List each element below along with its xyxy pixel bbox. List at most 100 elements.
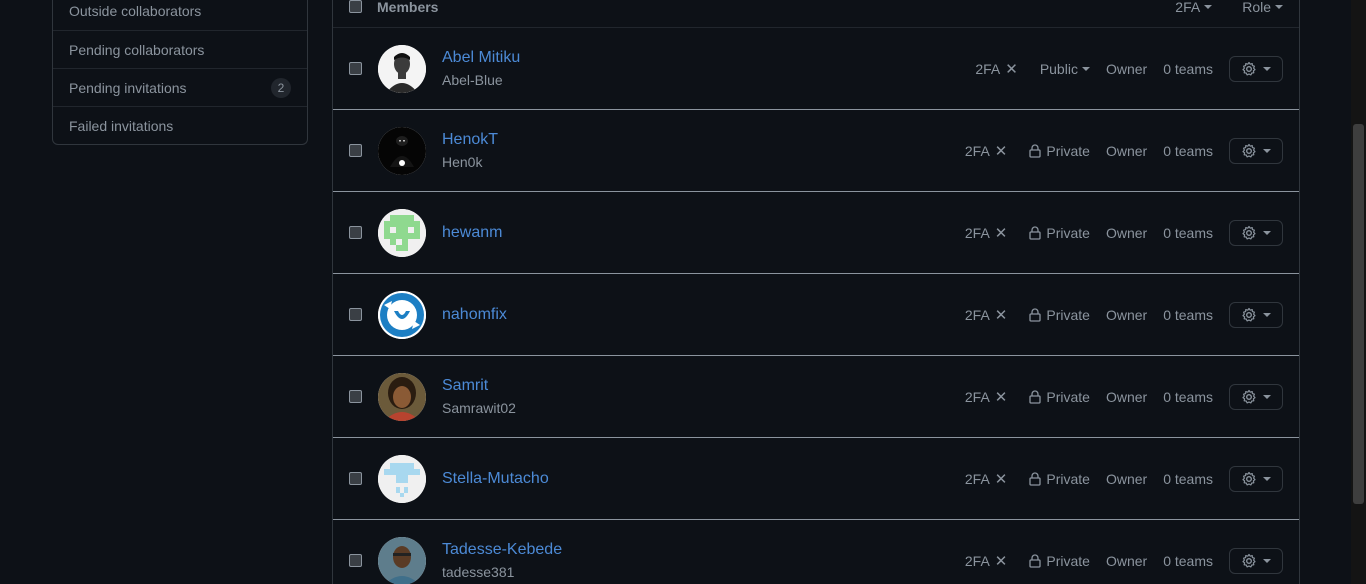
- page-scrollbar[interactable]: [1351, 0, 1366, 584]
- member-name-link[interactable]: Samrit: [442, 375, 965, 397]
- x-icon: ✕: [994, 306, 1008, 324]
- caret-down-icon: [1263, 148, 1271, 153]
- sidebar-item-pending-invitations[interactable]: Pending invitations 2: [53, 68, 307, 106]
- member-settings-button[interactable]: [1229, 465, 1283, 492]
- member-teams[interactable]: 0 teams: [1163, 389, 1213, 405]
- x-icon: ✕: [994, 470, 1008, 488]
- member-checkbox[interactable]: [349, 390, 362, 403]
- member-row: Samrit Samrawit02 2FA ✕ Private Owner 0 …: [333, 356, 1299, 438]
- member-settings-button[interactable]: [1229, 547, 1283, 574]
- x-icon: ✕: [994, 552, 1008, 570]
- caret-down-icon: [1263, 312, 1271, 317]
- twofa-label: 2FA: [964, 388, 990, 405]
- member-teams[interactable]: 0 teams: [1163, 471, 1213, 487]
- gear-icon: [1242, 307, 1256, 321]
- gear-icon: [1242, 471, 1256, 485]
- member-login: Samrawit02: [442, 399, 516, 416]
- member-settings-button[interactable]: [1229, 137, 1283, 164]
- avatar[interactable]: [378, 44, 426, 93]
- visibility-status: Private: [1029, 143, 1090, 159]
- visibility-dropdown[interactable]: Public: [1040, 61, 1090, 77]
- member-row: HenokT Hen0k 2FA ✕ Private Owner 0 teams: [333, 110, 1299, 192]
- scrollbar-thumb[interactable]: [1353, 124, 1364, 504]
- member-teams[interactable]: 0 teams: [1163, 307, 1213, 323]
- member-name-link[interactable]: nahomfix: [442, 304, 965, 326]
- caret-down-icon: [1263, 558, 1271, 563]
- sidebar-item-outside-collaborators[interactable]: Outside collaborators: [53, 0, 307, 30]
- member-settings-button[interactable]: [1229, 383, 1283, 410]
- filter-2fa-label: 2FA: [1175, 0, 1201, 15]
- gear-icon: [1242, 225, 1256, 239]
- visibility-label: Private: [1046, 470, 1090, 487]
- member-checkbox[interactable]: [349, 554, 362, 567]
- member-teams[interactable]: 0 teams: [1163, 143, 1213, 159]
- member-settings-button[interactable]: [1229, 219, 1283, 246]
- sidebar-item-failed-invitations[interactable]: Failed invitations: [53, 106, 307, 144]
- members-panel: Members 2FA Role Abel Mitiku Abel-Blue 2…: [332, 0, 1300, 584]
- member-name-link[interactable]: Stella-Mutacho: [442, 468, 965, 490]
- sidebar-item-label: Pending collaborators: [69, 41, 205, 58]
- visibility-label: Private: [1046, 306, 1090, 323]
- twofa-status: 2FA ✕: [965, 470, 1007, 488]
- member-name-link[interactable]: hewanm: [442, 222, 965, 244]
- member-role: Owner: [1105, 142, 1148, 159]
- lock-icon: [1029, 225, 1042, 240]
- member-checkbox[interactable]: [349, 472, 362, 485]
- member-role: Owner: [1105, 470, 1148, 487]
- avatar[interactable]: [378, 290, 426, 339]
- twofa-status: 2FA ✕: [965, 224, 1007, 242]
- twofa-label: 2FA: [964, 552, 990, 569]
- member-role: Owner: [1105, 388, 1148, 405]
- caret-down-icon: [1204, 4, 1213, 9]
- caret-down-icon: [1263, 394, 1271, 399]
- twofa-label: 2FA: [964, 142, 990, 159]
- sidebar-item-pending-collaborators[interactable]: Pending collaborators: [53, 30, 307, 68]
- member-checkbox[interactable]: [349, 308, 362, 321]
- member-checkbox[interactable]: [349, 226, 362, 239]
- lock-icon: [1029, 389, 1042, 404]
- avatar[interactable]: [378, 126, 426, 175]
- filter-role-label: Role: [1242, 0, 1271, 15]
- visibility-status: Private: [1029, 225, 1090, 241]
- select-all-checkbox[interactable]: [349, 0, 362, 13]
- member-settings-button[interactable]: [1229, 55, 1283, 82]
- visibility-label: Private: [1046, 388, 1090, 405]
- count-badge: 2: [271, 77, 291, 98]
- gear-icon: [1242, 143, 1256, 157]
- twofa-status: 2FA ✕: [965, 142, 1007, 160]
- twofa-status: 2FA ✕: [965, 306, 1007, 324]
- avatar[interactable]: [378, 372, 426, 421]
- member-name-link[interactable]: Tadesse-Kebede: [442, 539, 965, 561]
- avatar[interactable]: [378, 536, 426, 584]
- member-row: Abel Mitiku Abel-Blue 2FA ✕ Public Owner…: [333, 28, 1299, 110]
- member-role: Owner: [1105, 306, 1148, 323]
- sidebar-item-label: Failed invitations: [69, 117, 174, 134]
- member-checkbox[interactable]: [349, 62, 362, 75]
- x-icon: ✕: [994, 142, 1008, 160]
- member-settings-button[interactable]: [1229, 301, 1283, 328]
- lock-icon: [1029, 471, 1042, 486]
- member-login: Hen0k: [442, 153, 483, 170]
- caret-down-icon: [1263, 476, 1271, 481]
- avatar[interactable]: [378, 454, 426, 503]
- filter-2fa-dropdown[interactable]: 2FA: [1175, 0, 1213, 15]
- lock-icon: [1029, 143, 1042, 158]
- member-name-link[interactable]: HenokT: [442, 129, 965, 151]
- member-row: nahomfix 2FA ✕ Private Owner 0 teams: [333, 274, 1299, 356]
- twofa-label: 2FA: [964, 224, 990, 241]
- avatar[interactable]: [378, 208, 426, 257]
- member-teams[interactable]: 0 teams: [1163, 553, 1213, 569]
- member-row: Stella-Mutacho 2FA ✕ Private Owner 0 tea…: [333, 438, 1299, 520]
- sidebar: Outside collaborators Pending collaborat…: [52, 0, 308, 145]
- filter-role-dropdown[interactable]: Role: [1242, 0, 1283, 15]
- member-checkbox[interactable]: [349, 144, 362, 157]
- member-name-link[interactable]: Abel Mitiku: [442, 47, 975, 69]
- member-teams[interactable]: 0 teams: [1163, 225, 1213, 241]
- twofa-status: 2FA ✕: [975, 60, 1017, 78]
- x-icon: ✕: [994, 388, 1008, 406]
- member-teams[interactable]: 0 teams: [1163, 61, 1213, 77]
- gear-icon: [1242, 553, 1256, 567]
- x-icon: ✕: [994, 224, 1008, 242]
- visibility-label: Private: [1046, 142, 1090, 159]
- member-row: hewanm 2FA ✕ Private Owner 0 teams: [333, 192, 1299, 274]
